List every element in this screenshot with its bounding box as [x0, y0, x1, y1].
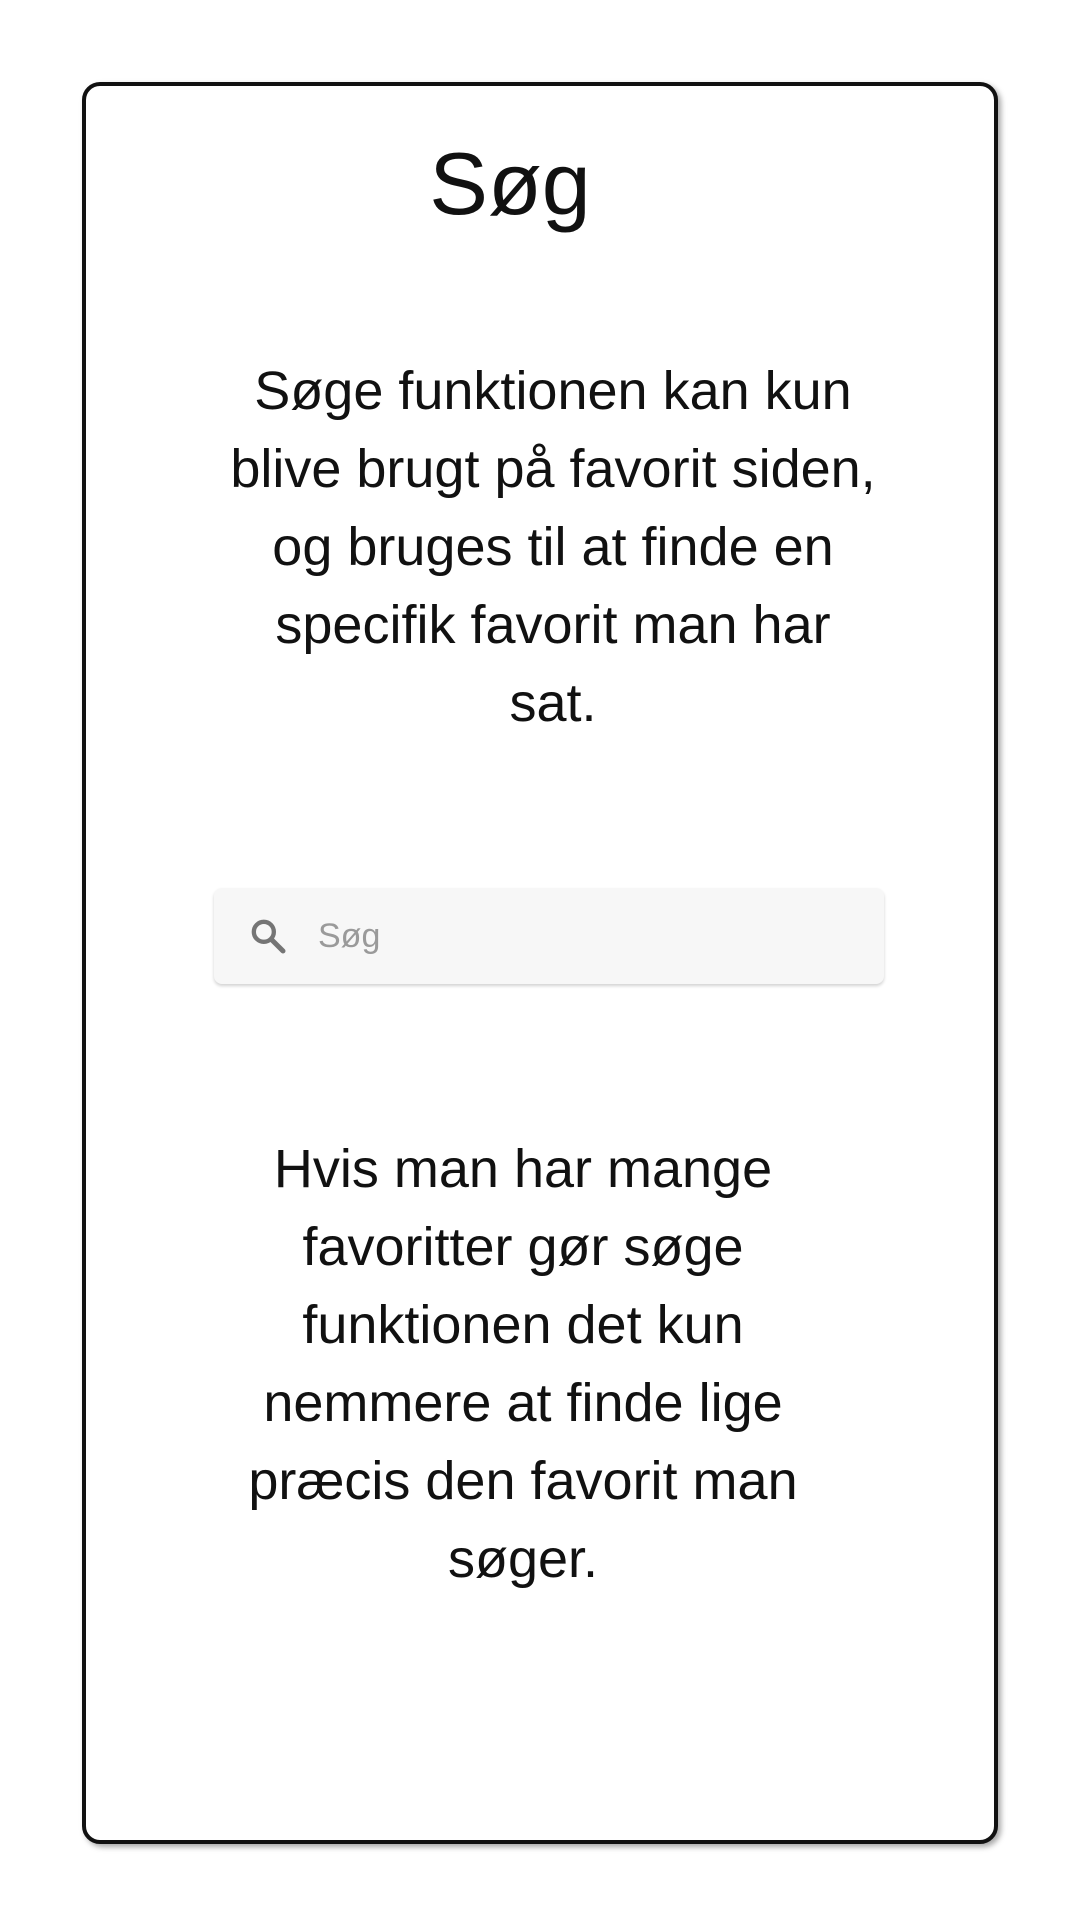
search-description: Søge funktionen kan kun blive brugt på f… [230, 361, 876, 733]
search-input[interactable] [318, 906, 858, 966]
search-icon [244, 912, 292, 960]
help-card: Søg Søge funktionen kan kun blive brugt … [82, 82, 998, 1844]
page-title: Søg [429, 134, 591, 233]
search-benefit-description: Hvis man har mange favoritter gør søge f… [248, 1139, 798, 1589]
search-bar[interactable] [214, 888, 884, 984]
